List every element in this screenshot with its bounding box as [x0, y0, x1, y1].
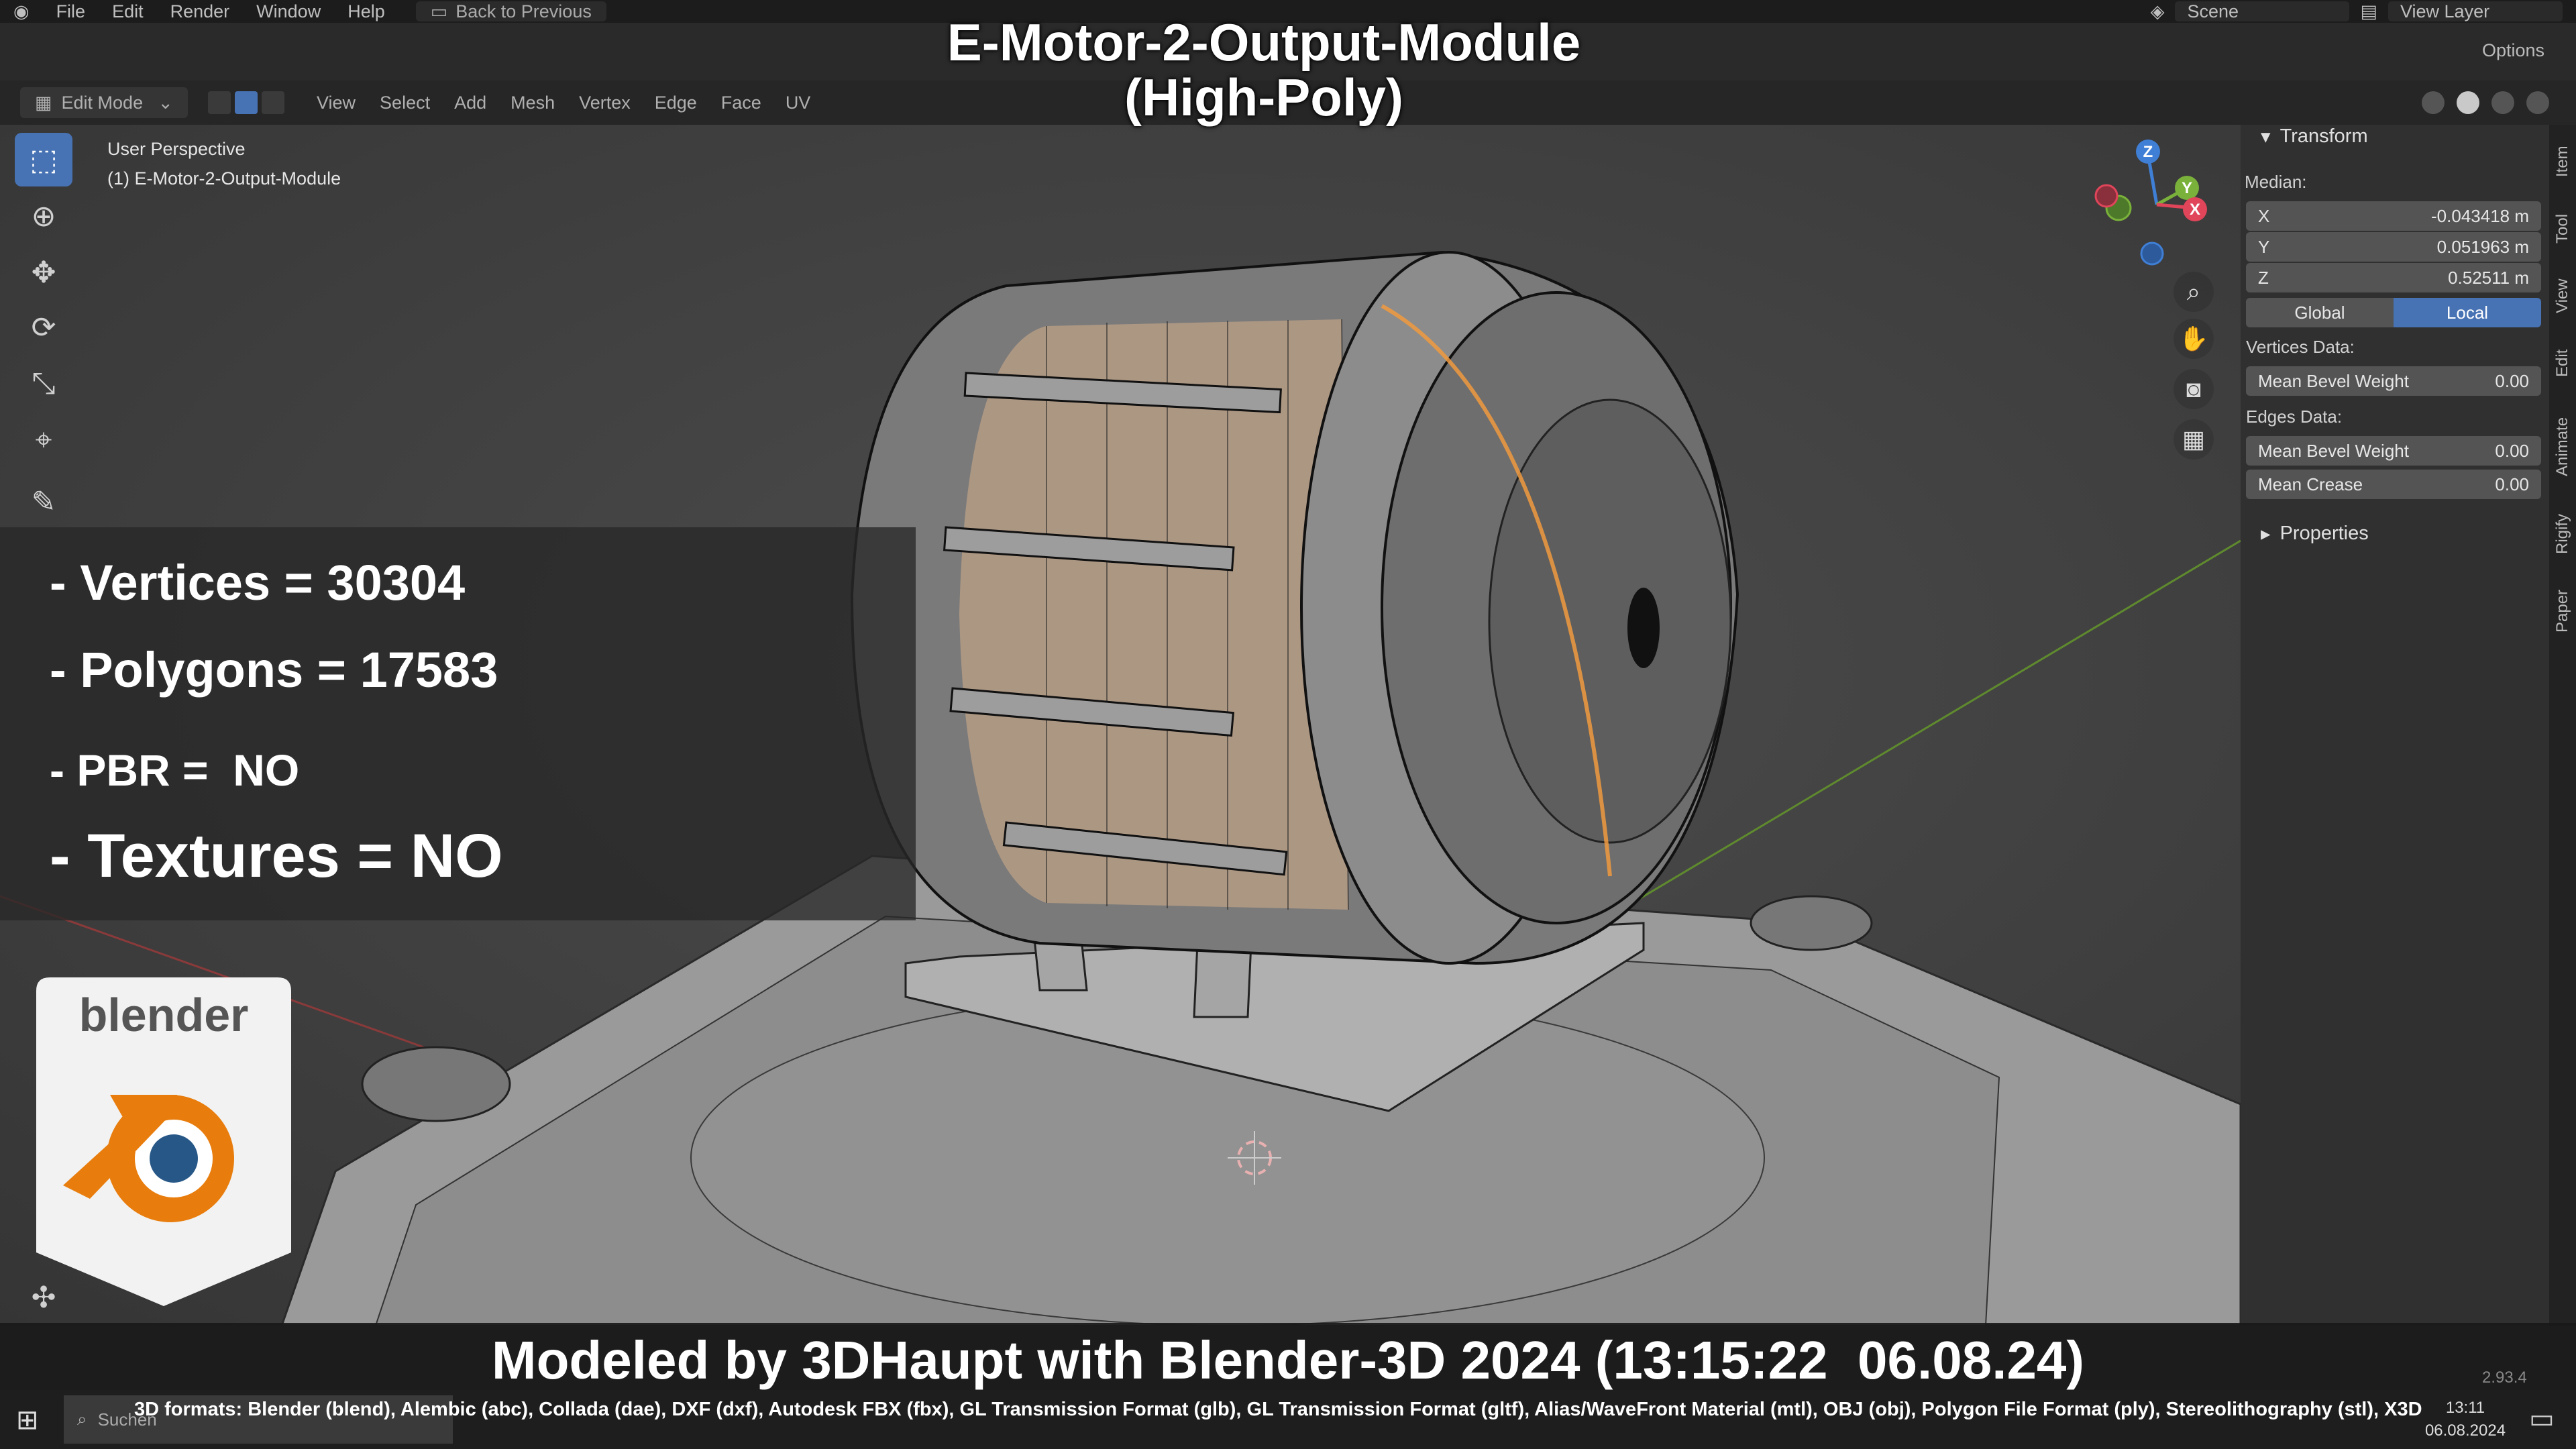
camera-icon[interactable]: ◙	[2174, 369, 2214, 409]
formats-caption: 3D formats: Blender (blend), Alembic (ab…	[134, 1399, 2422, 1420]
bolt-left	[361, 1046, 511, 1122]
vertex-bevel-label: Mean Bevel Weight	[2258, 370, 2409, 391]
vertices-stat: - Vertices = 30304	[50, 555, 466, 610]
z-value: 0.52511 m	[2448, 267, 2529, 288]
edge-crease-field[interactable]: Mean Crease 0.00	[2246, 470, 2541, 499]
space-toggle: Global Local	[2246, 298, 2541, 327]
properties-panel-header[interactable]: ▸ Properties	[2261, 522, 2369, 545]
vertices-data-label: Vertices Data:	[2246, 337, 2355, 357]
sidebar-tabs: Item Tool View Edit Animate Rigify Paper	[2549, 125, 2576, 1326]
median-y-field[interactable]: Y 0.051963 m	[2246, 232, 2541, 262]
selected-faces	[959, 319, 1348, 910]
cursor-tool-icon[interactable]: ⊕	[15, 189, 72, 243]
tab-animate[interactable]: Animate	[2549, 400, 2576, 494]
sidebar-n-panel: ▾ Transform Median: X -0.043418 m Y 0.05196…	[2241, 125, 2549, 1326]
x-value: -0.043418 m	[2431, 205, 2529, 226]
clock-time: 13:11	[2445, 1399, 2485, 1417]
select-box-tool-icon[interactable]: ⬚	[15, 133, 72, 186]
notification-icon[interactable]: ▭	[2529, 1403, 2555, 1434]
credits-footer: Modeled by 3DHaupt with Blender-3D 2024 …	[491, 1330, 2085, 1390]
overlay-subtitle: (High-Poly)	[1124, 68, 1403, 127]
tab-item[interactable]: Item	[2549, 131, 2576, 192]
zoom-icon[interactable]: ⌕	[2174, 272, 2214, 312]
triangle-down-icon: ▾	[2261, 126, 2271, 148]
z-label: Z	[2258, 267, 2269, 288]
active-object-label: (1) E-Motor-2-Output-Module	[107, 168, 341, 189]
annotate-tool-icon[interactable]: ✎	[15, 475, 72, 529]
polygons-stat: - Polygons = 17583	[50, 642, 498, 698]
clock-date: 06.08.2024	[2424, 1421, 2506, 1440]
overlay-title: E-Motor-2-Output-Module	[947, 13, 1581, 72]
gizmo-x-label: X	[2190, 201, 2200, 219]
edge-bevel-label: Mean Bevel Weight	[2258, 440, 2409, 461]
tab-view[interactable]: View	[2549, 266, 2576, 326]
y-label: Y	[2258, 236, 2270, 257]
edge-bevel-weight-field[interactable]: Mean Bevel Weight 0.00	[2246, 436, 2541, 466]
transform-title: Transform	[2279, 125, 2368, 147]
viewport-info: User Perspective (1) E-Motor-2-Output-Mo…	[107, 134, 341, 193]
local-button[interactable]: Local	[2394, 298, 2541, 327]
transform-tool-icon[interactable]: ⌖	[15, 413, 72, 467]
taskbar-clock[interactable]: 13:11 06.08.2024	[2388, 1397, 2542, 1442]
pan-hand-icon[interactable]: ✋	[2174, 319, 2214, 359]
grid-perspective-icon[interactable]: ▦	[2174, 419, 2214, 460]
y-value: 0.051963 m	[2436, 236, 2529, 257]
rendered-shading-icon[interactable]	[2526, 91, 2549, 114]
median-x-field[interactable]: X -0.043418 m	[2246, 201, 2541, 231]
pbr-stat: - PBR = NO	[50, 745, 300, 795]
tab-paper[interactable]: Paper	[2549, 574, 2576, 648]
rotate-tool-icon[interactable]: ⟳	[15, 301, 72, 354]
tab-rigify[interactable]: Rigify	[2549, 500, 2576, 568]
end-cap-inner	[1488, 398, 1732, 844]
vertex-bevel-value: 0.00	[2495, 370, 2529, 391]
tab-tool[interactable]: Tool	[2549, 199, 2576, 259]
move-tool-icon[interactable]: ✥	[15, 246, 72, 299]
gizmo-z-label: Z	[2143, 143, 2153, 161]
edge-crease-label: Mean Crease	[2258, 474, 2363, 494]
triangle-right-icon: ▸	[2261, 523, 2271, 545]
logo-text: blender	[79, 989, 249, 1041]
perspective-label: User Perspective	[107, 139, 246, 159]
vertex-bevel-weight-field[interactable]: Mean Bevel Weight 0.00	[2246, 366, 2541, 396]
search-icon: ⌕	[77, 1409, 87, 1429]
gizmo-y-label: Y	[2182, 179, 2192, 197]
edges-data-label: Edges Data:	[2246, 407, 2343, 427]
median-z-field[interactable]: Z 0.52511 m	[2246, 263, 2541, 292]
windows-start-icon[interactable]: ⊞	[16, 1405, 39, 1436]
edge-bevel-value: 0.00	[2495, 440, 2529, 461]
textures-stat: - Textures = NO	[50, 822, 503, 890]
navigation-gizmo[interactable]: Z Y X	[2086, 134, 2227, 275]
properties-title: Properties	[2279, 523, 2369, 544]
version-label: 2.93.4	[2482, 1368, 2527, 1387]
median-label: Median:	[2245, 172, 2307, 192]
x-label: X	[2258, 205, 2270, 226]
global-button[interactable]: Global	[2246, 298, 2394, 327]
edge-crease-value: 0.00	[2495, 474, 2529, 494]
tab-edit[interactable]: Edit	[2549, 333, 2576, 393]
bolt-right	[1750, 895, 1873, 951]
end-cap-center	[1627, 588, 1660, 668]
scale-tool-icon[interactable]: ⤡	[15, 357, 72, 411]
transform-panel-header[interactable]: ▾ Transform	[2261, 125, 2368, 148]
blender-logo: blender	[36, 977, 291, 1306]
